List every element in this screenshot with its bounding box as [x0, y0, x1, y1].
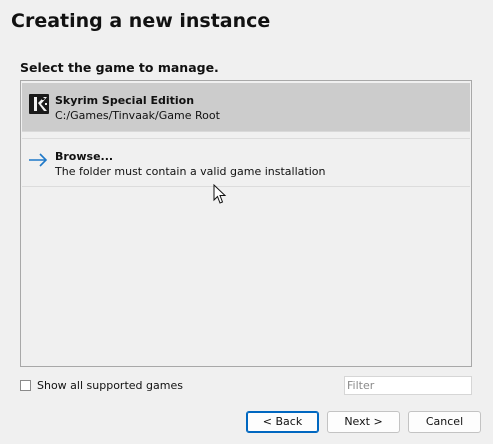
game-item-path: C:/Games/Tinvaak/Game Root: [55, 109, 220, 122]
page-title: Creating a new instance: [11, 10, 271, 32]
browse-item-label: Browse...: [55, 150, 114, 163]
game-item-skyrim-special-edition[interactable]: Skyrim Special Edition C:/Games/Tinvaak/…: [22, 83, 470, 132]
show-all-games-label: Show all supported games: [37, 378, 183, 392]
filter-input[interactable]: [344, 376, 472, 395]
show-all-games-checkbox[interactable]: [20, 379, 31, 391]
game-list: Skyrim Special Edition C:/Games/Tinvaak/…: [20, 80, 472, 367]
browse-item[interactable]: Browse... The folder must contain a vali…: [22, 138, 470, 187]
game-item-name: Skyrim Special Edition: [55, 94, 195, 107]
show-all-games-option[interactable]: Show all supported games: [20, 377, 183, 393]
arrow-right-icon: [28, 149, 50, 171]
back-button[interactable]: < Back: [246, 411, 319, 433]
browse-item-hint: The folder must contain a valid game ins…: [55, 165, 326, 178]
page-subtitle: Select the game to manage.: [20, 60, 219, 75]
cancel-button[interactable]: Cancel: [408, 411, 481, 433]
skyrim-icon: [28, 93, 50, 115]
mouse-pointer-icon: [213, 183, 227, 206]
next-button[interactable]: Next >: [327, 411, 400, 433]
